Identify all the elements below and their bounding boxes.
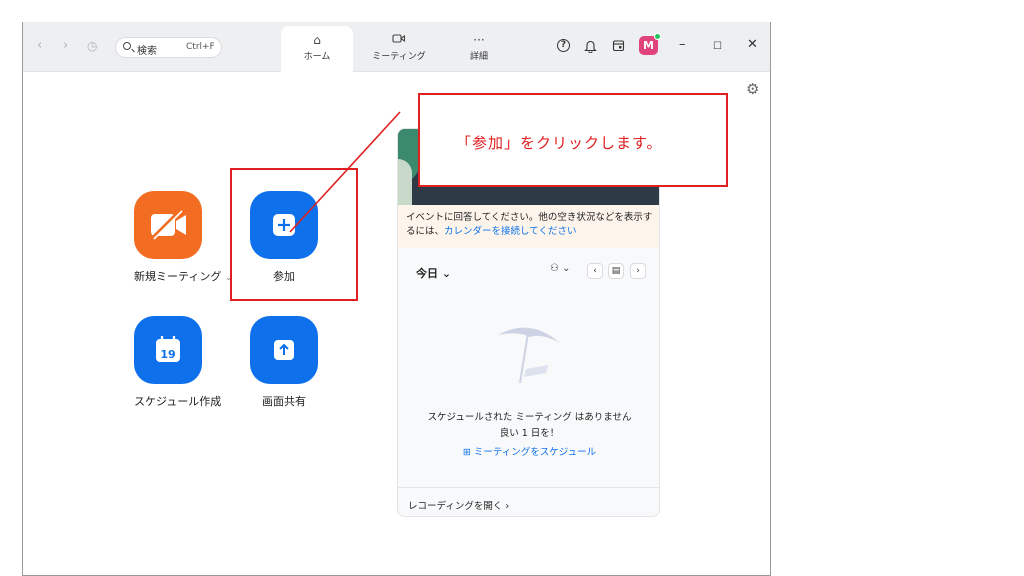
instruction-callout: 「参加」をクリックします。 [418, 93, 728, 187]
callout-pointer-line [289, 111, 401, 233]
join-highlight-box [230, 168, 358, 301]
callout-text: 「参加」をクリックします。 [456, 134, 663, 152]
